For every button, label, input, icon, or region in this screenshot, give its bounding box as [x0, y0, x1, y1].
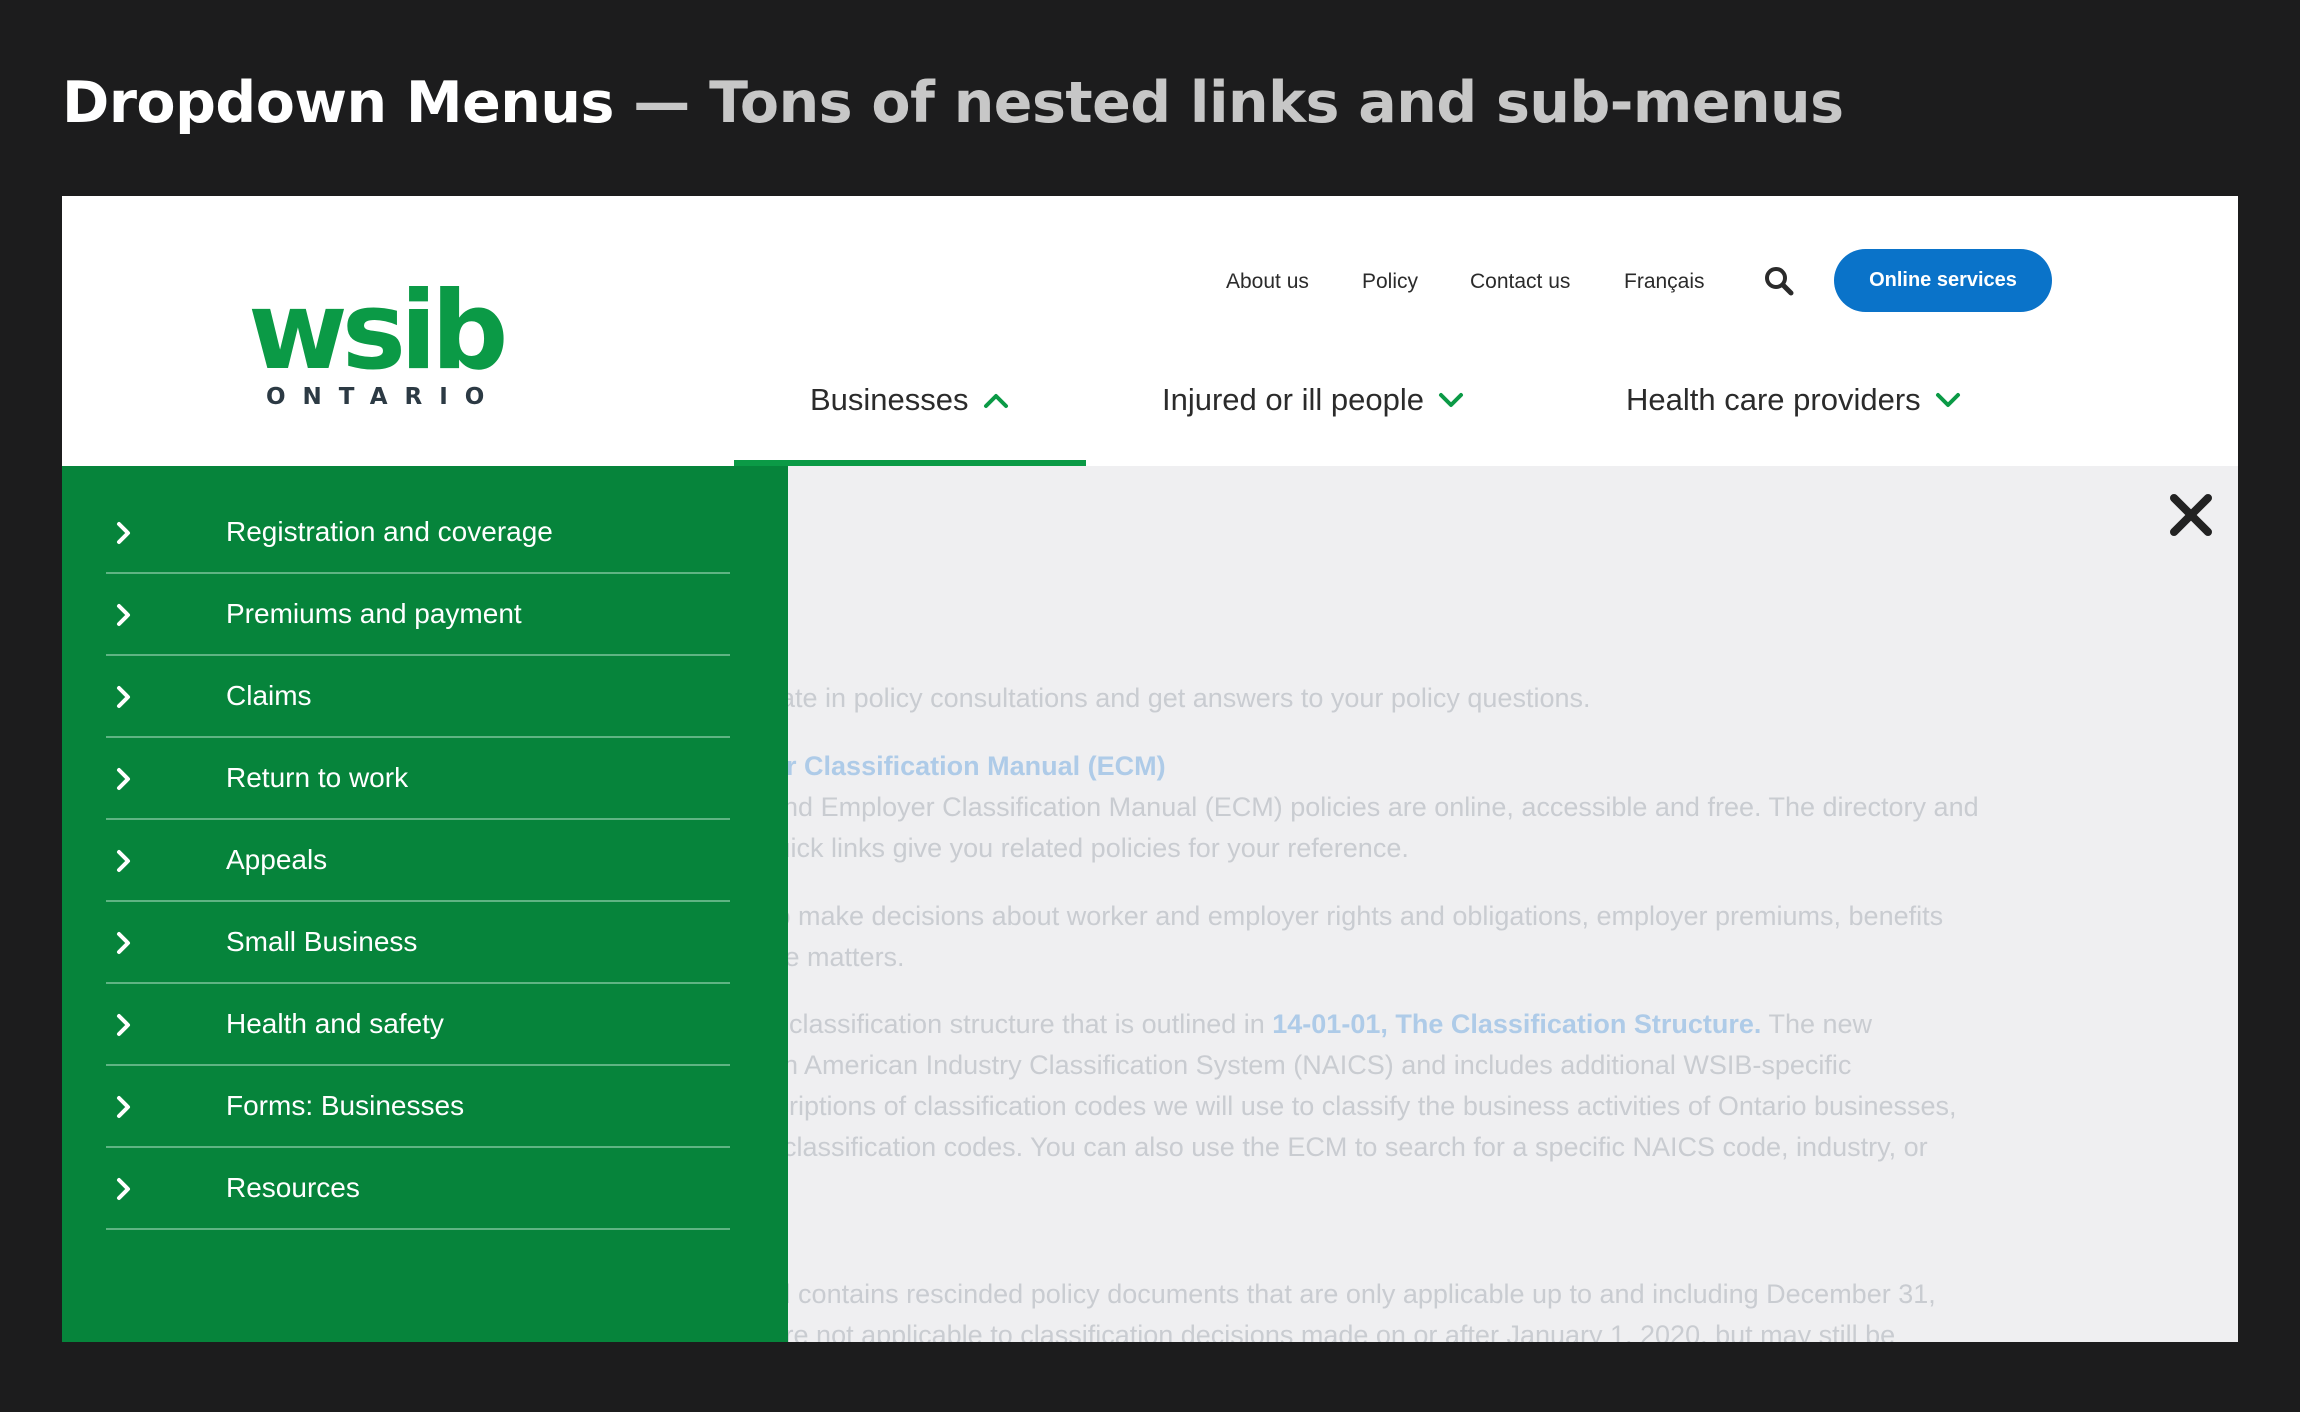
chevron-right-icon: [117, 932, 130, 954]
background-text: es to make decisions about worker and em…: [732, 901, 1944, 931]
utility-link-francais[interactable]: Français: [1624, 270, 1705, 294]
utility-link-policy[interactable]: Policy: [1362, 270, 1418, 294]
logo-subtitle: ONTARIO: [266, 384, 502, 410]
caption-rest: — Tons of nested links and sub-menus: [613, 70, 1844, 136]
nav-item-businesses[interactable]: Businesses: [810, 382, 1009, 418]
utility-link-contact[interactable]: Contact us: [1470, 270, 1570, 294]
menu-item-label: Forms: Businesses: [226, 1090, 465, 1121]
menu-item-resources[interactable]: Resources: [106, 1148, 730, 1230]
close-icon[interactable]: [2166, 490, 2216, 540]
online-services-button[interactable]: Online services: [1834, 249, 2052, 312]
chevron-down-icon: [1935, 393, 1960, 407]
background-text: new classification structure that is out…: [732, 1009, 1873, 1039]
background-text: rance matters.: [732, 942, 905, 972]
logo-wordmark: wsib: [248, 269, 508, 394]
chevron-right-icon: [117, 1178, 130, 1200]
menu-item-claims[interactable]: Claims: [106, 656, 730, 738]
background-text: nd are not applicable to classification …: [732, 1320, 1896, 1342]
search-icon[interactable]: [1760, 262, 1800, 302]
site-header: wsib ONTARIO About us Policy Contact us …: [62, 196, 2238, 466]
chevron-up-icon: [983, 394, 1008, 408]
menu-item-label: Resources: [226, 1172, 360, 1203]
menu-item-small-business[interactable]: Small Business: [106, 902, 730, 984]
menu-item-label: Health and safety: [226, 1008, 444, 1039]
businesses-dropdown-menu: Registration and coverage Premiums and p…: [62, 466, 788, 1342]
nav-item-injured[interactable]: Injured or ill people: [1162, 382, 1464, 418]
menu-item-label: Small Business: [226, 926, 418, 957]
menu-item-label: Premiums and payment: [226, 598, 522, 629]
chevron-right-icon: [117, 1096, 130, 1118]
nav-item-label: Businesses: [810, 382, 969, 417]
background-text: es and Employer Classification Manual (E…: [732, 792, 1979, 822]
menu-item-label: Claims: [226, 680, 312, 711]
menu-item-health-safety[interactable]: Health and safety: [106, 984, 730, 1066]
background-link: loyer Classification Manual (ECM): [732, 751, 1166, 781]
caption-lead: Dropdown Menus: [62, 70, 614, 136]
menu-item-forms[interactable]: Forms: Businesses: [106, 1066, 730, 1148]
menu-item-label: Registration and coverage: [226, 516, 553, 547]
chevron-right-icon: [117, 1014, 130, 1036]
background-text: le quick links give you related policies…: [732, 833, 1409, 863]
menu-item-label: Return to work: [226, 762, 409, 793]
chevron-right-icon: [117, 522, 130, 544]
website-frame: wsib ONTARIO About us Policy Contact us …: [62, 196, 2238, 1342]
nav-item-label: Injured or ill people: [1162, 382, 1424, 417]
background-text: ticipate in policy consultations and get…: [732, 683, 1591, 713]
page-caption: Dropdown Menus — Tons of nested links an…: [62, 70, 1844, 136]
chevron-right-icon: [117, 604, 130, 626]
chevron-right-icon: [117, 686, 130, 708]
menu-item-premiums[interactable]: Premiums and payment: [106, 574, 730, 656]
background-text: ese classification codes. You can also u…: [732, 1132, 1928, 1162]
nav-item-healthcare[interactable]: Health care providers: [1626, 382, 1961, 418]
background-text: North American Industry Classification S…: [732, 1050, 1852, 1080]
chevron-right-icon: [117, 850, 130, 872]
menu-item-appeals[interactable]: Appeals: [106, 820, 730, 902]
menu-item-label: Appeals: [226, 844, 328, 875]
menu-item-registration[interactable]: Registration and coverage: [106, 492, 730, 574]
chevron-right-icon: [117, 768, 130, 790]
nav-item-label: Health care providers: [1626, 382, 1921, 417]
menu-item-return-to-work[interactable]: Return to work: [106, 738, 730, 820]
wsib-logo[interactable]: wsib ONTARIO: [248, 278, 508, 418]
chevron-down-icon: [1438, 393, 1463, 407]
utility-link-about[interactable]: About us: [1226, 270, 1309, 294]
background-text: l and contains rescinded policy document…: [732, 1279, 1936, 1309]
background-text: descriptions of classification codes we …: [732, 1091, 1957, 1121]
